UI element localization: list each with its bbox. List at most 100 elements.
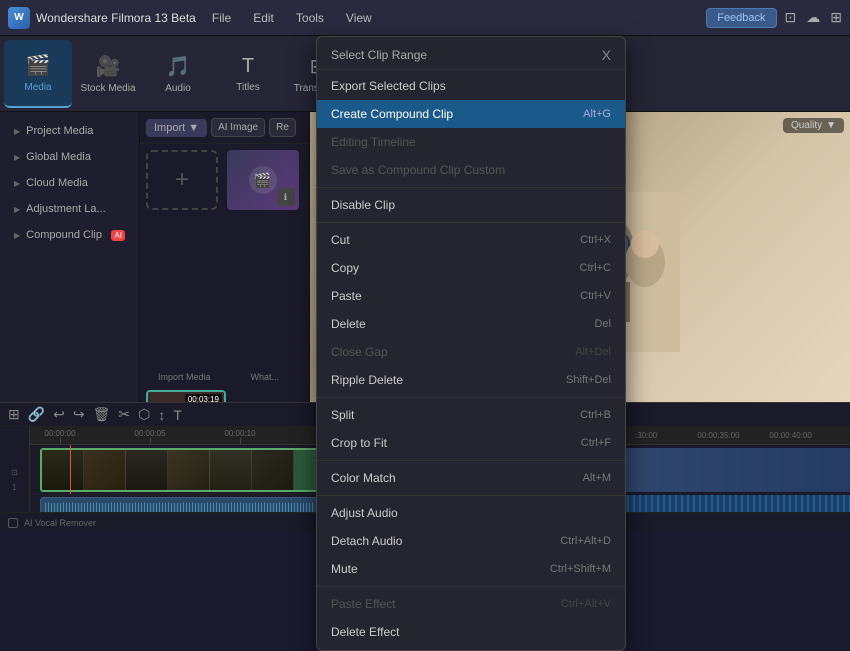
ctx-paste-shortcut: Ctrl+V (580, 290, 611, 302)
sidebar-item-label: Global Media (26, 151, 91, 163)
ctx-color-shortcut: Alt+M (583, 472, 611, 484)
ctx-adjust-label: Adjust Audio (331, 506, 398, 520)
toolbar-audio[interactable]: 🎵 Audio (144, 40, 212, 108)
app-name: Wondershare Filmora 13 Beta (36, 11, 196, 25)
tl-cut-icon[interactable]: ✂ (118, 406, 130, 423)
quality-dropdown-arrow: ▼ (826, 120, 836, 131)
toolbar-media-label: Media (24, 82, 51, 93)
sidebar-item-cloud-media[interactable]: ▶ Cloud Media (4, 171, 135, 195)
dropdown-arrow: ▼ (188, 122, 199, 134)
arrow-icon: ▶ (14, 231, 20, 240)
ctx-cut-label: Cut (331, 233, 350, 247)
menu-view[interactable]: View (342, 9, 376, 27)
ctx-color-match[interactable]: Color Match Alt+M (317, 464, 625, 492)
ctx-delete-shortcut: Del (594, 318, 611, 330)
ctx-copy-shortcut: Ctrl+C (580, 262, 611, 274)
tl-move-icon[interactable]: ↕ (158, 407, 165, 423)
sidebar-item-adjustment[interactable]: ▶ Adjustment La... (4, 197, 135, 221)
toolbar-media[interactable]: 🎬 Media (4, 40, 72, 108)
ctx-split-label: Split (331, 408, 354, 422)
preview-ruler: :30:00 00:00:35:00 00:00:40:00 (621, 427, 850, 445)
arrow-icon: ▶ (14, 127, 20, 136)
ctx-mute[interactable]: Mute Ctrl+Shift+M (317, 555, 625, 583)
ai-image-button[interactable]: AI Image (211, 118, 265, 137)
arrow-icon: ▶ (14, 205, 20, 214)
app-logo: W Wondershare Filmora 13 Beta (8, 7, 196, 29)
tl-split-icon[interactable]: ⬡ (138, 406, 150, 423)
top-bar-icons: ⊡ ☁ ⊞ (785, 9, 842, 26)
toolbar-stock-media[interactable]: 🎥 Stock Media (74, 40, 142, 108)
re-button[interactable]: Re (269, 118, 296, 137)
preview-time-30: :30:00 (635, 431, 657, 440)
ctx-sep-6 (317, 586, 625, 587)
ctx-delete[interactable]: Delete Del (317, 310, 625, 338)
ctx-sep-5 (317, 495, 625, 496)
ctx-ripple-delete[interactable]: Ripple Delete Shift+Del (317, 366, 625, 394)
tl-redo-icon[interactable]: ↪ (73, 406, 85, 423)
ctx-delete-effect-label: Delete Effect (331, 625, 399, 639)
tl-magnet-icon[interactable]: 🔗 (28, 406, 45, 423)
ctx-delete-effect[interactable]: Delete Effect (317, 618, 625, 646)
ctx-adjust-audio[interactable]: Adjust Audio (317, 499, 625, 527)
ctx-create-compound[interactable]: Create Compound Clip Alt+G (317, 100, 625, 128)
media-toolbar: Import ▼ AI Image Re (140, 112, 309, 144)
ctx-close-gap-label: Close Gap (331, 345, 388, 359)
grid-icon: ⊞ (830, 9, 842, 26)
preview-time-40: 00:00:40:00 (770, 431, 812, 440)
ctx-cut[interactable]: Cut Ctrl+X (317, 226, 625, 254)
toolbar-stock-label: Stock Media (80, 83, 135, 94)
tl-text-icon[interactable]: T (173, 407, 182, 423)
feedback-button[interactable]: Feedback (706, 8, 776, 28)
clip-frame-4 (168, 450, 210, 490)
ctx-split[interactable]: Split Ctrl+B (317, 401, 625, 429)
ctx-disable-clip[interactable]: Disable Clip (317, 191, 625, 219)
context-menu[interactable]: Select Clip Range X Export Selected Clip… (316, 36, 626, 651)
tl-link-icon[interactable]: ⊞ (8, 406, 20, 423)
media-icon: 🎬 (26, 53, 51, 78)
ctx-compound-shortcut: Alt+G (583, 108, 611, 120)
ctx-copy[interactable]: Copy Ctrl+C (317, 254, 625, 282)
ctx-export-selected[interactable]: Export Selected Clips (317, 72, 625, 100)
ctx-paste-effect-shortcut: Ctrl+Alt+V (561, 598, 611, 610)
ctx-close-gap: Close Gap Alt+Del (317, 338, 625, 366)
context-menu-close[interactable]: X (602, 47, 611, 63)
clip-frames (42, 450, 294, 490)
menu-bar: File Edit Tools View (208, 9, 376, 27)
tl-undo-icon[interactable]: ↩ (53, 406, 65, 423)
media-add-placeholder[interactable]: + (146, 150, 218, 210)
video-clip[interactable] (40, 448, 320, 492)
track-label-1: ⊡ (11, 468, 18, 477)
menu-file[interactable]: File (208, 9, 235, 27)
toolbar-titles-label: Titles (236, 82, 260, 93)
ai-vocal-checkbox[interactable] (8, 518, 18, 528)
quality-selector[interactable]: Quality ▼ (783, 118, 844, 133)
ctx-cut-shortcut: Ctrl+X (580, 234, 611, 246)
ctx-crop-shortcut: Ctrl+F (581, 437, 611, 449)
clip-frame-1 (42, 450, 84, 490)
arrow-icon: ▶ (14, 153, 20, 162)
ctx-disable-label: Disable Clip (331, 198, 395, 212)
tl-delete-icon[interactable]: 🗑 (93, 406, 111, 423)
media-thumb-2[interactable]: 🎬 ℹ (227, 150, 299, 210)
sidebar-item-global-media[interactable]: ▶ Global Media (4, 145, 135, 169)
ruler-mark-0: 00:00:00 (44, 429, 75, 438)
audio-icon: 🎵 (166, 54, 191, 79)
sidebar-item-label: Adjustment La... (26, 203, 106, 215)
ctx-color-label: Color Match (331, 471, 396, 485)
top-bar: W Wondershare Filmora 13 Beta File Edit … (0, 0, 850, 36)
import-button[interactable]: Import ▼ (146, 119, 207, 137)
ctx-ripple-shortcut: Shift+Del (566, 374, 611, 386)
toolbar-titles[interactable]: T Titles (214, 40, 282, 108)
ctx-close-gap-shortcut: Alt+Del (575, 346, 611, 358)
ctx-crop-to-fit[interactable]: Crop to Fit Ctrl+F (317, 429, 625, 457)
media-label-1: Import Media (146, 372, 223, 382)
sidebar-item-compound-clip[interactable]: ▶ Compound Clip AI (4, 223, 135, 247)
menu-tools[interactable]: Tools (292, 9, 328, 27)
ctx-paste[interactable]: Paste Ctrl+V (317, 282, 625, 310)
ctx-compound-label: Create Compound Clip (331, 107, 453, 121)
import-label: Import (154, 122, 185, 134)
ruler-tick-10 (240, 438, 241, 444)
sidebar-item-project-media[interactable]: ▶ Project Media (4, 119, 135, 143)
menu-edit[interactable]: Edit (249, 9, 278, 27)
ctx-detach-audio[interactable]: Detach Audio Ctrl+Alt+D (317, 527, 625, 555)
